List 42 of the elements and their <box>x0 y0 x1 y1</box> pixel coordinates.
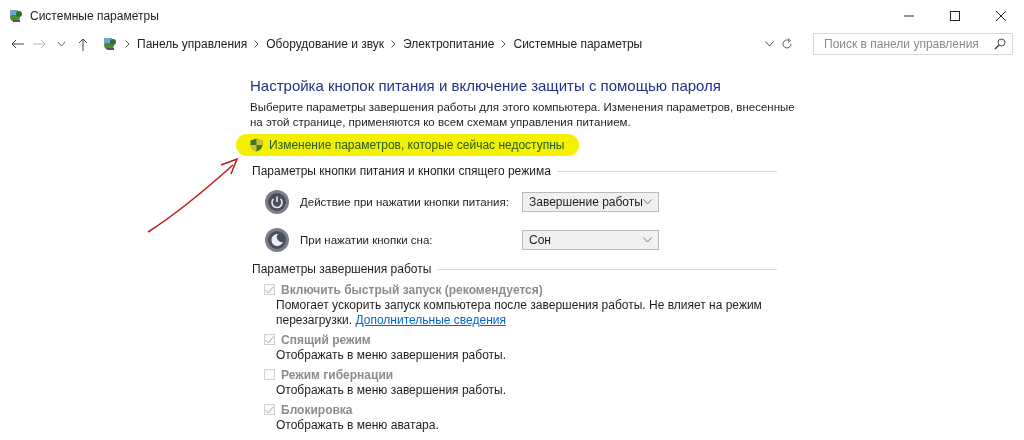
search-icon[interactable] <box>994 38 1006 50</box>
option-label: Режим гибернации <box>281 367 394 382</box>
window-title: Системные параметры <box>30 8 159 23</box>
option-description: Отображать в меню аватара. <box>276 418 440 433</box>
refresh-icon[interactable] <box>781 38 793 50</box>
dropdown[interactable]: Завершение работы <box>522 192 659 212</box>
address-bar[interactable]: Панель управления Оборудование и звук Электропитание Системные параметры <box>98 33 793 55</box>
chevron-down-icon <box>643 237 652 243</box>
option-description: Отображать в меню завершения работы. <box>276 348 507 363</box>
maximize-icon <box>950 10 960 21</box>
option-label: Включить быстрый запуск (рекомендуется) <box>281 282 543 297</box>
option-description: Помогает ускорить запуск компьютера после завершения работы. Не влияет на режим перезагрузки. Дополнительные сведения <box>276 298 763 328</box>
chevron-down-icon <box>643 199 652 205</box>
breadcrumb-item[interactable]: Электропитание <box>403 37 495 51</box>
search-field[interactable]: Поиск в панели управления <box>813 33 1013 55</box>
control-panel-icon <box>8 7 24 24</box>
page-heading: Настройка кнопок питания и включение защиты с помощью пароля <box>250 77 722 94</box>
shield-icon <box>250 138 263 152</box>
section-title: Параметры завершения работы <box>252 262 432 276</box>
setting-label: Действие при нажатии кнопки питания: <box>300 196 510 208</box>
chevron-icon <box>391 40 397 48</box>
dropdown-icon[interactable] <box>765 41 774 47</box>
back-button[interactable] <box>10 39 24 49</box>
admin-link[interactable]: Изменение параметров, которые сейчас недоступны <box>269 138 565 152</box>
setting-label: При нажатии кнопки сна: <box>300 234 434 246</box>
option-label: Спящий режим <box>281 332 371 347</box>
chevron-icon <box>254 40 260 48</box>
chevron-icon <box>501 40 507 48</box>
option-description: Отображать в меню завершения работы. <box>276 383 507 398</box>
option-label: Блокировка <box>281 402 353 417</box>
power-icon <box>264 189 290 215</box>
close-icon <box>996 10 1006 21</box>
dropdown[interactable]: Сон <box>522 230 659 250</box>
breadcrumb-item[interactable]: Оборудование и звук <box>266 37 385 51</box>
description-text: Выберите параметры завершения работы для этого компьютера. Изменения параметров, внесенные на этой странице, применяются ко всем схемам управления питанием. <box>250 100 795 130</box>
chevron-icon <box>125 40 130 48</box>
section-title: Параметры кнопки питания и кнопки спящего режима <box>252 164 551 178</box>
breadcrumb-item[interactable]: Панель управления <box>137 37 248 51</box>
moon-icon <box>264 227 290 253</box>
breadcrumb-item[interactable]: Системные параметры <box>513 37 643 51</box>
up-button[interactable] <box>76 37 90 51</box>
control-panel-icon <box>102 36 118 52</box>
